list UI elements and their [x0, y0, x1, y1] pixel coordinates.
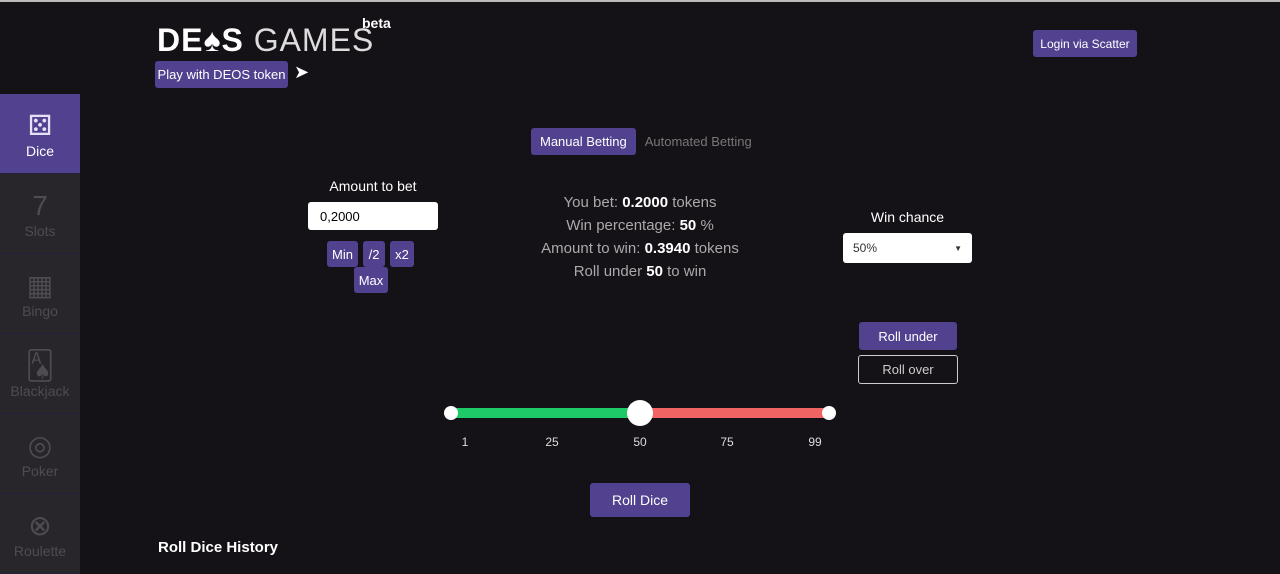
blackjack-icon: 🂡 [25, 349, 55, 381]
slider-max-handle [822, 406, 836, 420]
slider-min-handle [444, 406, 458, 420]
max-button[interactable]: Max [354, 267, 388, 293]
play-deos-button[interactable]: Play with DEOS token [155, 61, 288, 88]
slider-tick-label: 1 [461, 435, 469, 449]
sidebar-item-poker[interactable]: ◎ Poker [0, 414, 80, 494]
roll-dice-button[interactable]: Roll Dice [590, 483, 690, 517]
amount-input[interactable] [308, 202, 438, 230]
slider-tick-label: 25 [545, 435, 559, 449]
caret-down-icon: ▼ [954, 243, 962, 253]
slider-track-under [450, 408, 640, 418]
beta-label: beta [362, 15, 391, 31]
win-chance-select[interactable]: 50% ▼ [843, 233, 972, 263]
min-button[interactable]: Min [327, 241, 358, 267]
logo: DE♠S GAMES [157, 22, 375, 58]
poker-icon: ◎ [27, 429, 53, 461]
sidebar-item-label: Dice [25, 142, 54, 159]
betting-tabs: Manual Betting Automated Betting [531, 128, 761, 155]
slider-tick-label: 99 [808, 435, 822, 449]
roll-over-button[interactable]: Roll over [858, 355, 958, 384]
sidebar: ⚄ Dice 7 Slots ▦ Bingo 🂡 Blackjack ◎ Poker ⊗ Roulet… [0, 94, 80, 574]
paper-plane-icon[interactable]: ➤ [294, 62, 309, 83]
sidebar-item-label: Bingo [22, 302, 58, 319]
roll-under-button[interactable]: Roll under [859, 322, 957, 350]
slots-icon: 7 [32, 189, 48, 221]
sidebar-item-dice[interactable]: ⚄ Dice [0, 94, 80, 174]
sidebar-item-label: Slots [24, 222, 56, 239]
tab-manual-betting[interactable]: Manual Betting [531, 128, 636, 155]
sidebar-item-label: Poker [21, 462, 59, 479]
slider-handle[interactable] [627, 400, 653, 426]
sidebar-item-slots[interactable]: 7 Slots [0, 174, 80, 254]
win-chance-value: 50% [853, 241, 878, 255]
dice-icon: ⚄ [27, 109, 53, 141]
sidebar-item-blackjack[interactable]: 🂡 Blackjack [0, 334, 80, 414]
win-chance-label: Win chance [870, 209, 945, 225]
roll-slider[interactable] [444, 400, 836, 426]
slider-track-over [640, 408, 830, 418]
amount-label: Amount to bet [329, 178, 417, 194]
sidebar-item-label: Roulette [13, 542, 67, 559]
half-button[interactable]: /2 [363, 241, 385, 267]
double-button[interactable]: x2 [390, 241, 414, 267]
bet-summary: You bet: 0.2000 tokens Win percentage: 5… [541, 194, 739, 280]
bingo-icon: ▦ [26, 269, 54, 301]
slider-tick-label: 75 [720, 435, 734, 449]
history-title: Roll Dice History [158, 539, 279, 556]
login-scatter-button[interactable]: Login via Scatter [1033, 30, 1137, 57]
slider-tick-label: 50 [633, 435, 647, 449]
sidebar-item-label: Blackjack [10, 382, 70, 399]
sidebar-item-roulette[interactable]: ⊗ Roulette [0, 494, 80, 574]
tab-automated-betting[interactable]: Automated Betting [636, 128, 761, 155]
sidebar-item-bingo[interactable]: ▦ Bingo [0, 254, 80, 334]
roulette-icon: ⊗ [28, 509, 52, 541]
